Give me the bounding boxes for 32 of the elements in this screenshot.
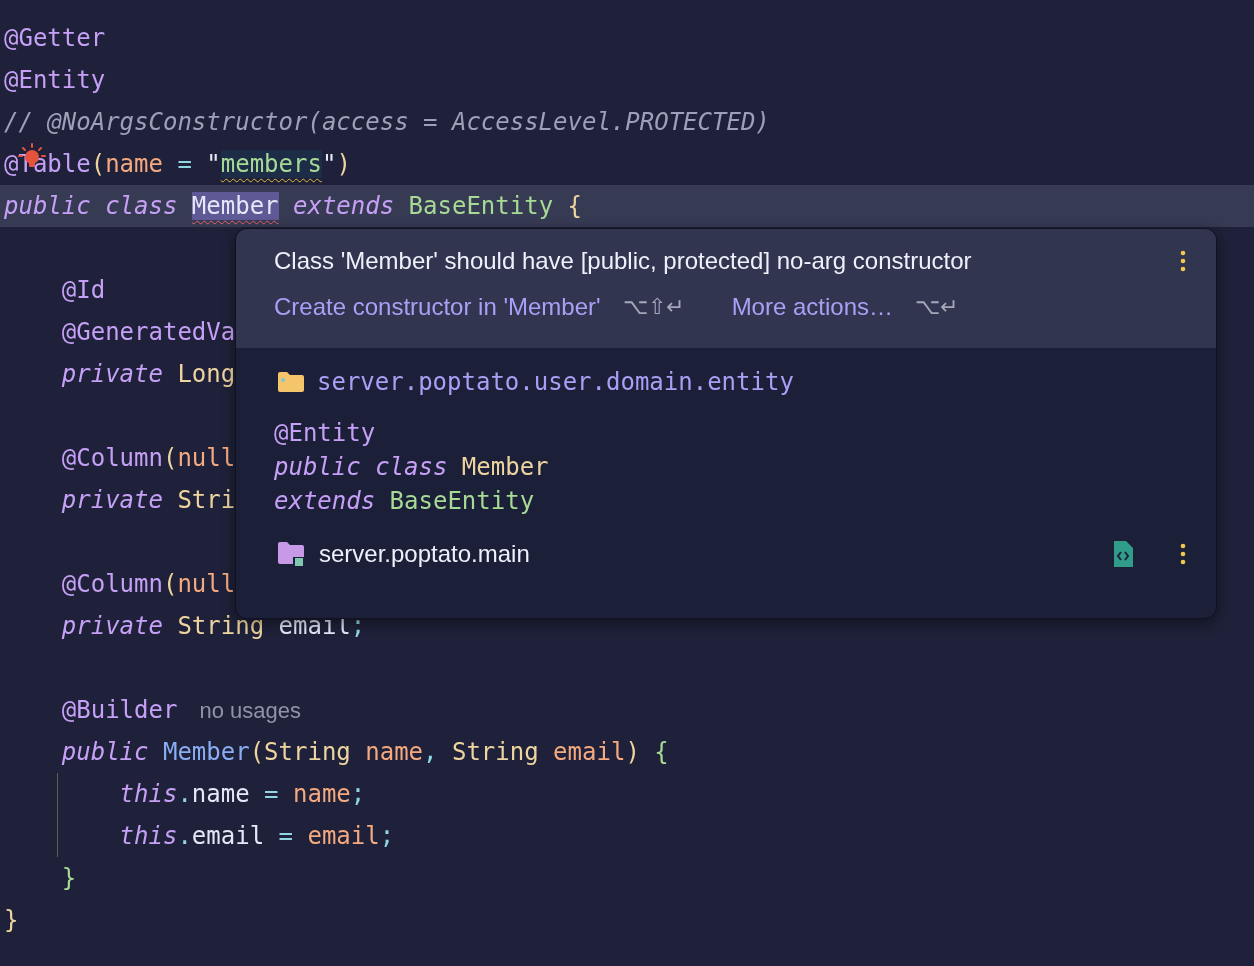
more-icon[interactable] [1180, 249, 1186, 273]
code-line: @Column(null [60, 444, 236, 472]
source-file-icon[interactable] [1112, 540, 1134, 568]
code-line: this.email = email; [118, 822, 395, 850]
folder-icon [277, 371, 305, 393]
code-line: @Entity [4, 66, 106, 94]
shortcut-hint: ⌥⇧↵ [622, 294, 684, 320]
code-line: @GeneratedVa [60, 318, 236, 346]
package-name: server.poptato.user.domain.entity [317, 368, 794, 396]
code-line: private Long [60, 360, 236, 388]
code-line: private Stri [60, 486, 236, 514]
code-line: @Builder no usages [60, 696, 301, 724]
more-icon[interactable] [1180, 542, 1186, 566]
code-line: @Column(null [60, 570, 236, 598]
quick-fix-link[interactable]: More actions… [731, 293, 893, 321]
code-line: @Id [60, 276, 106, 304]
code-line: @Getter [4, 24, 106, 52]
code-line: public Member(String name, String email) { [60, 738, 669, 766]
quick-fix-link[interactable]: Create constructor in 'Member' [274, 293, 601, 321]
code-line: public class Member [274, 452, 550, 483]
inspection-message: Class 'Member' should have [public, protected] no-arg constructor [274, 247, 972, 275]
code-line: public class Member extends BaseEntity { [4, 192, 582, 220]
code-line: } [4, 906, 19, 934]
module-name: server.poptato.main [319, 540, 530, 568]
shortcut-hint: ⌥↵ [915, 294, 958, 320]
module-folder-icon [277, 541, 305, 567]
code-line: @Table(name = "members") [4, 150, 351, 178]
code-line: @Entity [274, 418, 377, 449]
code-line: extends BaseEntity [274, 486, 536, 517]
code-line: this.name = name; [118, 780, 366, 808]
code-line: // @NoArgsConstructor(access = AccessLevel.PROTECTED) [4, 108, 770, 136]
code-line: } [60, 864, 77, 892]
